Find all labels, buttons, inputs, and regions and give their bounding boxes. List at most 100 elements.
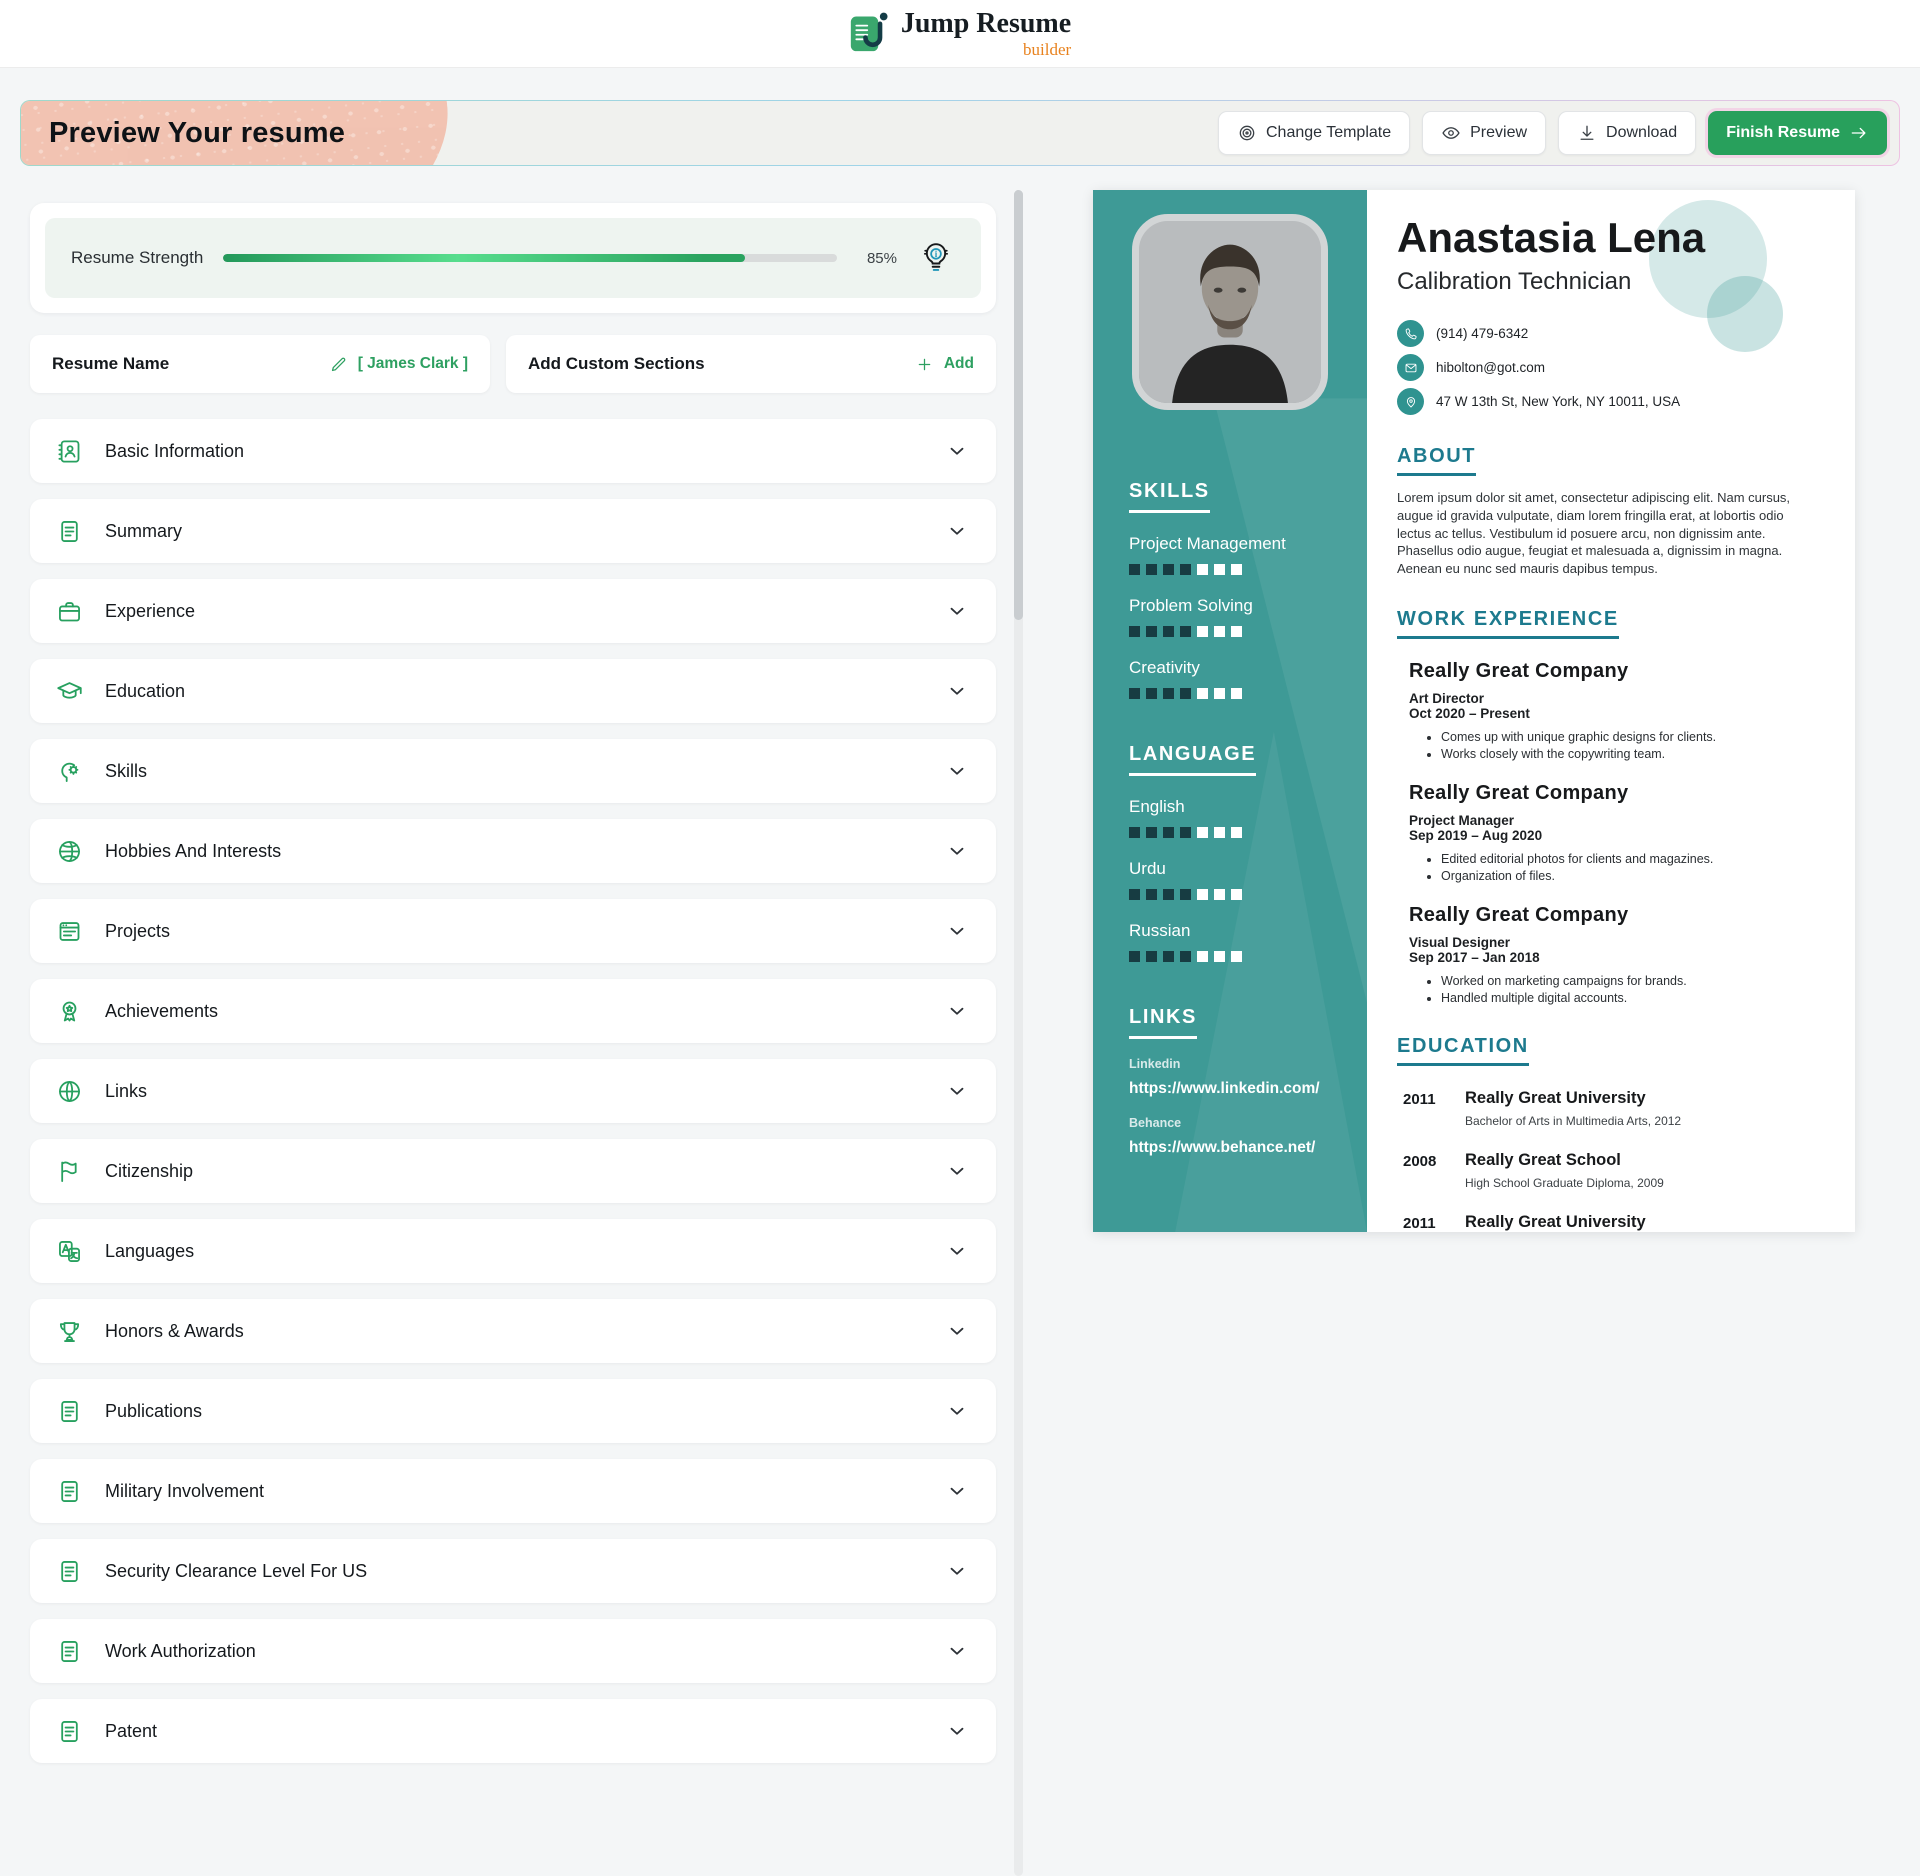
skill-name: Problem Solving <box>1129 596 1331 616</box>
add-label: Add <box>944 355 974 373</box>
sidebar-links-section: LINKS Linkedin https://www.linkedin.com/… <box>1093 1006 1367 1157</box>
section-label: Military Involvement <box>105 1481 924 1502</box>
contact-text: (914) 479-6342 <box>1436 326 1528 341</box>
chevron-down-icon <box>946 1480 968 1502</box>
section-publications[interactable]: Publications <box>30 1379 996 1443</box>
preview-label: Preview <box>1470 124 1527 142</box>
job-role: Art Director <box>1409 691 1815 706</box>
chevron-down-icon <box>946 1240 968 1262</box>
section-security-clearance-level-for-us[interactable]: Security Clearance Level For US <box>30 1539 996 1603</box>
add-custom-sections-card: Add Custom Sections Add <box>506 335 996 393</box>
chevron-down-icon <box>946 920 968 942</box>
preview-button[interactable]: Preview <box>1422 111 1546 155</box>
section-experience[interactable]: Experience <box>30 579 996 643</box>
education-school: Really Great University <box>1465 1213 1681 1232</box>
education-school: Really Great University <box>1465 1089 1681 1108</box>
chevron-down-icon <box>946 600 968 622</box>
contact-list: (914) 479-6342 hibolton@got.com 47 W 13t… <box>1397 320 1815 415</box>
contact-row: (914) 479-6342 <box>1397 320 1815 347</box>
job-bullets: Comes up with unique graphic designs for… <box>1441 730 1815 761</box>
section-languages[interactable]: Languages <box>30 1219 996 1283</box>
contact-row: 47 W 13th St, New York, NY 10011, USA <box>1397 388 1815 415</box>
section-citizenship[interactable]: Citizenship <box>30 1139 996 1203</box>
language-level-dots <box>1129 827 1331 838</box>
language-name: Russian <box>1129 921 1331 941</box>
panel-scrollbar-thumb[interactable] <box>1014 190 1023 620</box>
doc-icon <box>56 1638 83 1665</box>
section-label: Summary <box>105 521 924 542</box>
section-honors-awards[interactable]: Honors & Awards <box>30 1299 996 1363</box>
arrow-right-icon <box>1849 123 1869 143</box>
change-template-button[interactable]: Change Template <box>1218 111 1410 155</box>
section-label: Education <box>105 681 924 702</box>
chevron-down-icon <box>946 520 968 542</box>
brand-logo: Jump Resume builder <box>849 9 1071 57</box>
skill-name: Creativity <box>1129 658 1331 678</box>
finish-resume-button[interactable]: Finish Resume <box>1708 111 1887 155</box>
section-achievements[interactable]: Achievements <box>30 979 996 1043</box>
job-bullets: Edited editorial photos for clients and … <box>1441 852 1815 883</box>
section-label: Languages <box>105 1241 924 1262</box>
eye-icon <box>1441 123 1461 143</box>
target-icon <box>1237 123 1257 143</box>
resume-person-name: Anastasia Lena <box>1397 216 1815 260</box>
section-label: Security Clearance Level For US <box>105 1561 924 1582</box>
links-list: Linkedin https://www.linkedin.com/ Behan… <box>1129 1057 1331 1157</box>
change-template-label: Change Template <box>1266 124 1391 142</box>
resume-strength-card: Resume Strength 85% i <box>30 203 996 313</box>
education-entry: 2011 Really Great University Bachelor of… <box>1403 1213 1815 1232</box>
link-url: https://www.behance.net/ <box>1129 1139 1331 1157</box>
toolbar-actions: Change Template Preview Download Finish … <box>1218 111 1887 155</box>
tips-bulb-icon[interactable]: i <box>917 239 955 277</box>
language-item: Russian <box>1129 921 1331 962</box>
chevron-down-icon <box>946 1640 968 1662</box>
chevron-down-icon <box>946 440 968 462</box>
resume-name-value: [ James Clark ] <box>358 355 468 373</box>
chevron-down-icon <box>946 680 968 702</box>
edit-resume-name-button[interactable]: [ James Clark ] <box>329 355 468 374</box>
translate-icon <box>56 1238 83 1265</box>
job-company: Really Great Company <box>1409 782 1815 805</box>
download-button[interactable]: Download <box>1558 111 1696 155</box>
section-projects[interactable]: Projects <box>30 899 996 963</box>
section-label: Projects <box>105 921 924 942</box>
doc-icon <box>56 1478 83 1505</box>
education-list: 2011 Really Great University Bachelor of… <box>1397 1089 1815 1232</box>
profile-photo <box>1132 214 1328 410</box>
section-patent[interactable]: Patent <box>30 1699 996 1763</box>
section-links[interactable]: Links <box>30 1059 996 1123</box>
languages-list: English Urdu Russian <box>1129 797 1331 962</box>
education-degree: Bachelor of Arts in Multimedia Arts, 201… <box>1465 1114 1681 1128</box>
education-entry: 2011 Really Great University Bachelor of… <box>1403 1089 1815 1128</box>
job-dates: Sep 2019 – Aug 2020 <box>1409 828 1815 843</box>
links-heading: LINKS <box>1129 1006 1197 1039</box>
section-summary[interactable]: Summary <box>30 499 996 563</box>
pencil-icon <box>329 355 348 374</box>
chevron-down-icon <box>946 1560 968 1582</box>
section-education[interactable]: Education <box>30 659 996 723</box>
link-item: Behance https://www.behance.net/ <box>1129 1116 1331 1157</box>
basketball-icon <box>56 838 83 865</box>
skill-level-dots <box>1129 564 1331 575</box>
resume-preview-page: SKILLS Project Management Problem Solvin… <box>1093 190 1855 1232</box>
add-custom-section-button[interactable]: Add <box>915 355 974 374</box>
resume-name-card: Resume Name [ James Clark ] <box>30 335 490 393</box>
section-hobbies-and-interests[interactable]: Hobbies And Interests <box>30 819 996 883</box>
name-and-custom-row: Resume Name [ James Clark ] Add Custom S… <box>30 335 996 393</box>
add-custom-sections-label: Add Custom Sections <box>528 354 705 374</box>
section-basic-information[interactable]: Basic Information <box>30 419 996 483</box>
mail-icon <box>1397 354 1424 381</box>
jobs-list: Really Great Company Art Director Oct 20… <box>1397 660 1815 1005</box>
link-item: Linkedin https://www.linkedin.com/ <box>1129 1057 1331 1098</box>
job-bullet: Handled multiple digital accounts. <box>1441 991 1815 1005</box>
section-military-involvement[interactable]: Military Involvement <box>30 1459 996 1523</box>
education-year: 2011 <box>1403 1213 1445 1232</box>
section-work-authorization[interactable]: Work Authorization <box>30 1619 996 1683</box>
doc-icon <box>56 1558 83 1585</box>
resume-main: Anastasia Lena Calibration Technician (9… <box>1367 190 1855 1232</box>
gradcap-icon <box>56 678 83 705</box>
job-company: Really Great Company <box>1409 904 1815 927</box>
section-skills[interactable]: Skills <box>30 739 996 803</box>
doc-icon <box>56 1398 83 1425</box>
chevron-down-icon <box>946 1720 968 1742</box>
